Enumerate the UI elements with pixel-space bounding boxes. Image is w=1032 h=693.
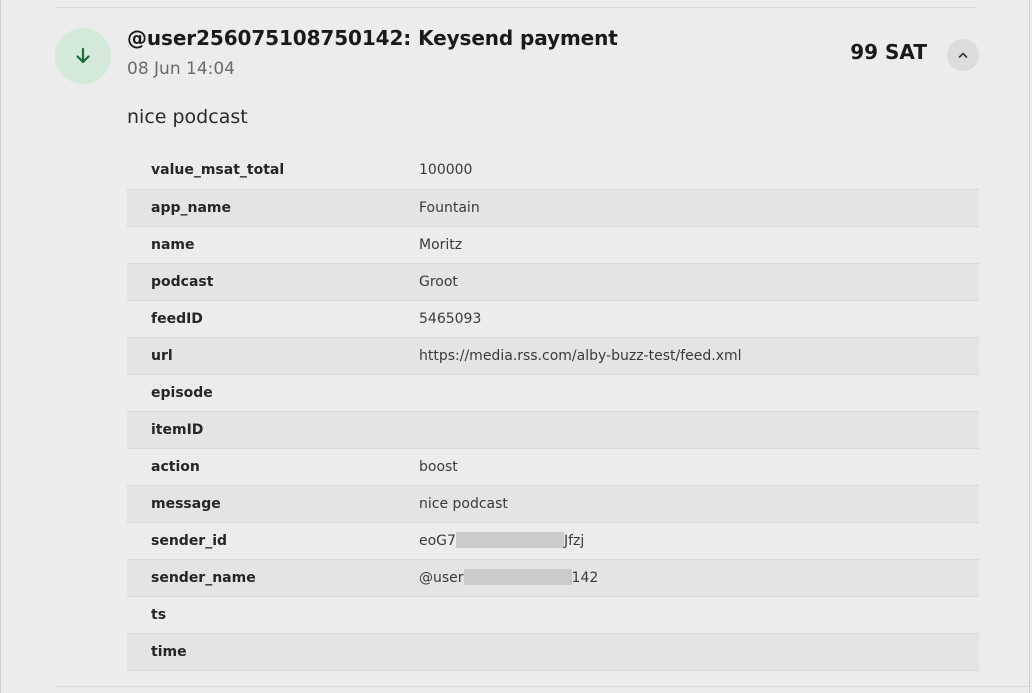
metadata-value: 5465093	[419, 310, 482, 327]
metadata-key: ts	[151, 606, 167, 623]
metadata-key: url	[151, 347, 173, 364]
metadata-key: feedID	[151, 310, 203, 327]
metadata-value: Groot	[419, 273, 458, 290]
metadata-key: sender_name	[151, 569, 256, 586]
metadata-key: episode	[151, 384, 213, 401]
metadata-row-podcast: podcast Groot	[127, 263, 979, 300]
metadata-value-prefix: eoG7	[419, 533, 456, 549]
metadata-value: boost	[419, 458, 458, 475]
metadata-row-feedid: feedID 5465093	[127, 300, 979, 337]
metadata-key: app_name	[151, 199, 231, 216]
metadata-row-ts: ts	[127, 596, 979, 633]
metadata-value-prefix: @user	[419, 570, 464, 586]
metadata-key: itemID	[151, 421, 204, 438]
metadata-key: time	[151, 643, 187, 660]
bottom-divider	[55, 686, 1029, 687]
metadata-row-url: url https://media.rss.com/alby-buzz-test/…	[127, 337, 979, 374]
transaction-panel: @user256075108750142: Keysend payment 08…	[0, 0, 1030, 693]
metadata-value: 100000	[419, 162, 473, 179]
metadata-row-name: name Moritz	[127, 226, 979, 263]
metadata-value	[419, 596, 979, 633]
incoming-payment-icon-badge	[55, 28, 111, 84]
metadata-key: action	[151, 458, 200, 475]
metadata-value: https://media.rss.com/alby-buzz-test/fee…	[419, 347, 742, 364]
metadata-row-episode: episode	[127, 374, 979, 411]
metadata-value	[419, 633, 979, 670]
metadata-key: podcast	[151, 273, 214, 290]
metadata-value	[419, 374, 979, 411]
metadata-row-value-msat-total: value_msat_total 100000	[127, 152, 979, 189]
metadata-row-message: message nice podcast	[127, 485, 979, 522]
metadata-value: @user 142	[419, 559, 979, 596]
metadata-value: Fountain	[419, 199, 480, 216]
metadata-value: nice podcast	[419, 495, 508, 512]
metadata-row-app-name: app_name Fountain	[127, 189, 979, 226]
metadata-value: eoG7 Jfzj	[419, 522, 979, 559]
metadata-row-sender-id: sender_id eoG7 Jfzj	[127, 522, 979, 559]
chevron-up-icon	[958, 52, 968, 58]
metadata-row-sender-name: sender_name @user 142	[127, 559, 979, 596]
metadata-row-action: action boost	[127, 448, 979, 485]
redacted-block	[463, 569, 572, 585]
transaction-description: nice podcast	[127, 106, 248, 128]
top-divider	[55, 7, 977, 8]
transaction-date: 08 Jun 14:04	[127, 59, 235, 79]
redacted-block	[455, 532, 564, 548]
metadata-value-suffix: Jfzj	[563, 533, 585, 549]
metadata-value-suffix: 142	[571, 570, 599, 586]
metadata-key: sender_id	[151, 532, 228, 549]
metadata-key: value_msat_total	[151, 162, 285, 179]
metadata-row-itemid: itemID	[127, 411, 979, 448]
collapse-details-button[interactable]	[947, 39, 979, 71]
metadata-key: name	[151, 236, 195, 253]
arrow-down-icon	[76, 47, 90, 64]
metadata-key: message	[151, 495, 221, 512]
metadata-table: value_msat_total 100000 app_name Fountain na…	[127, 152, 979, 671]
metadata-value: Moritz	[419, 236, 463, 253]
transaction-title: @user256075108750142: Keysend payment	[127, 26, 618, 50]
transaction-amount: 99 SAT	[850, 40, 927, 64]
metadata-row-time: time	[127, 633, 979, 670]
metadata-value	[419, 411, 979, 448]
